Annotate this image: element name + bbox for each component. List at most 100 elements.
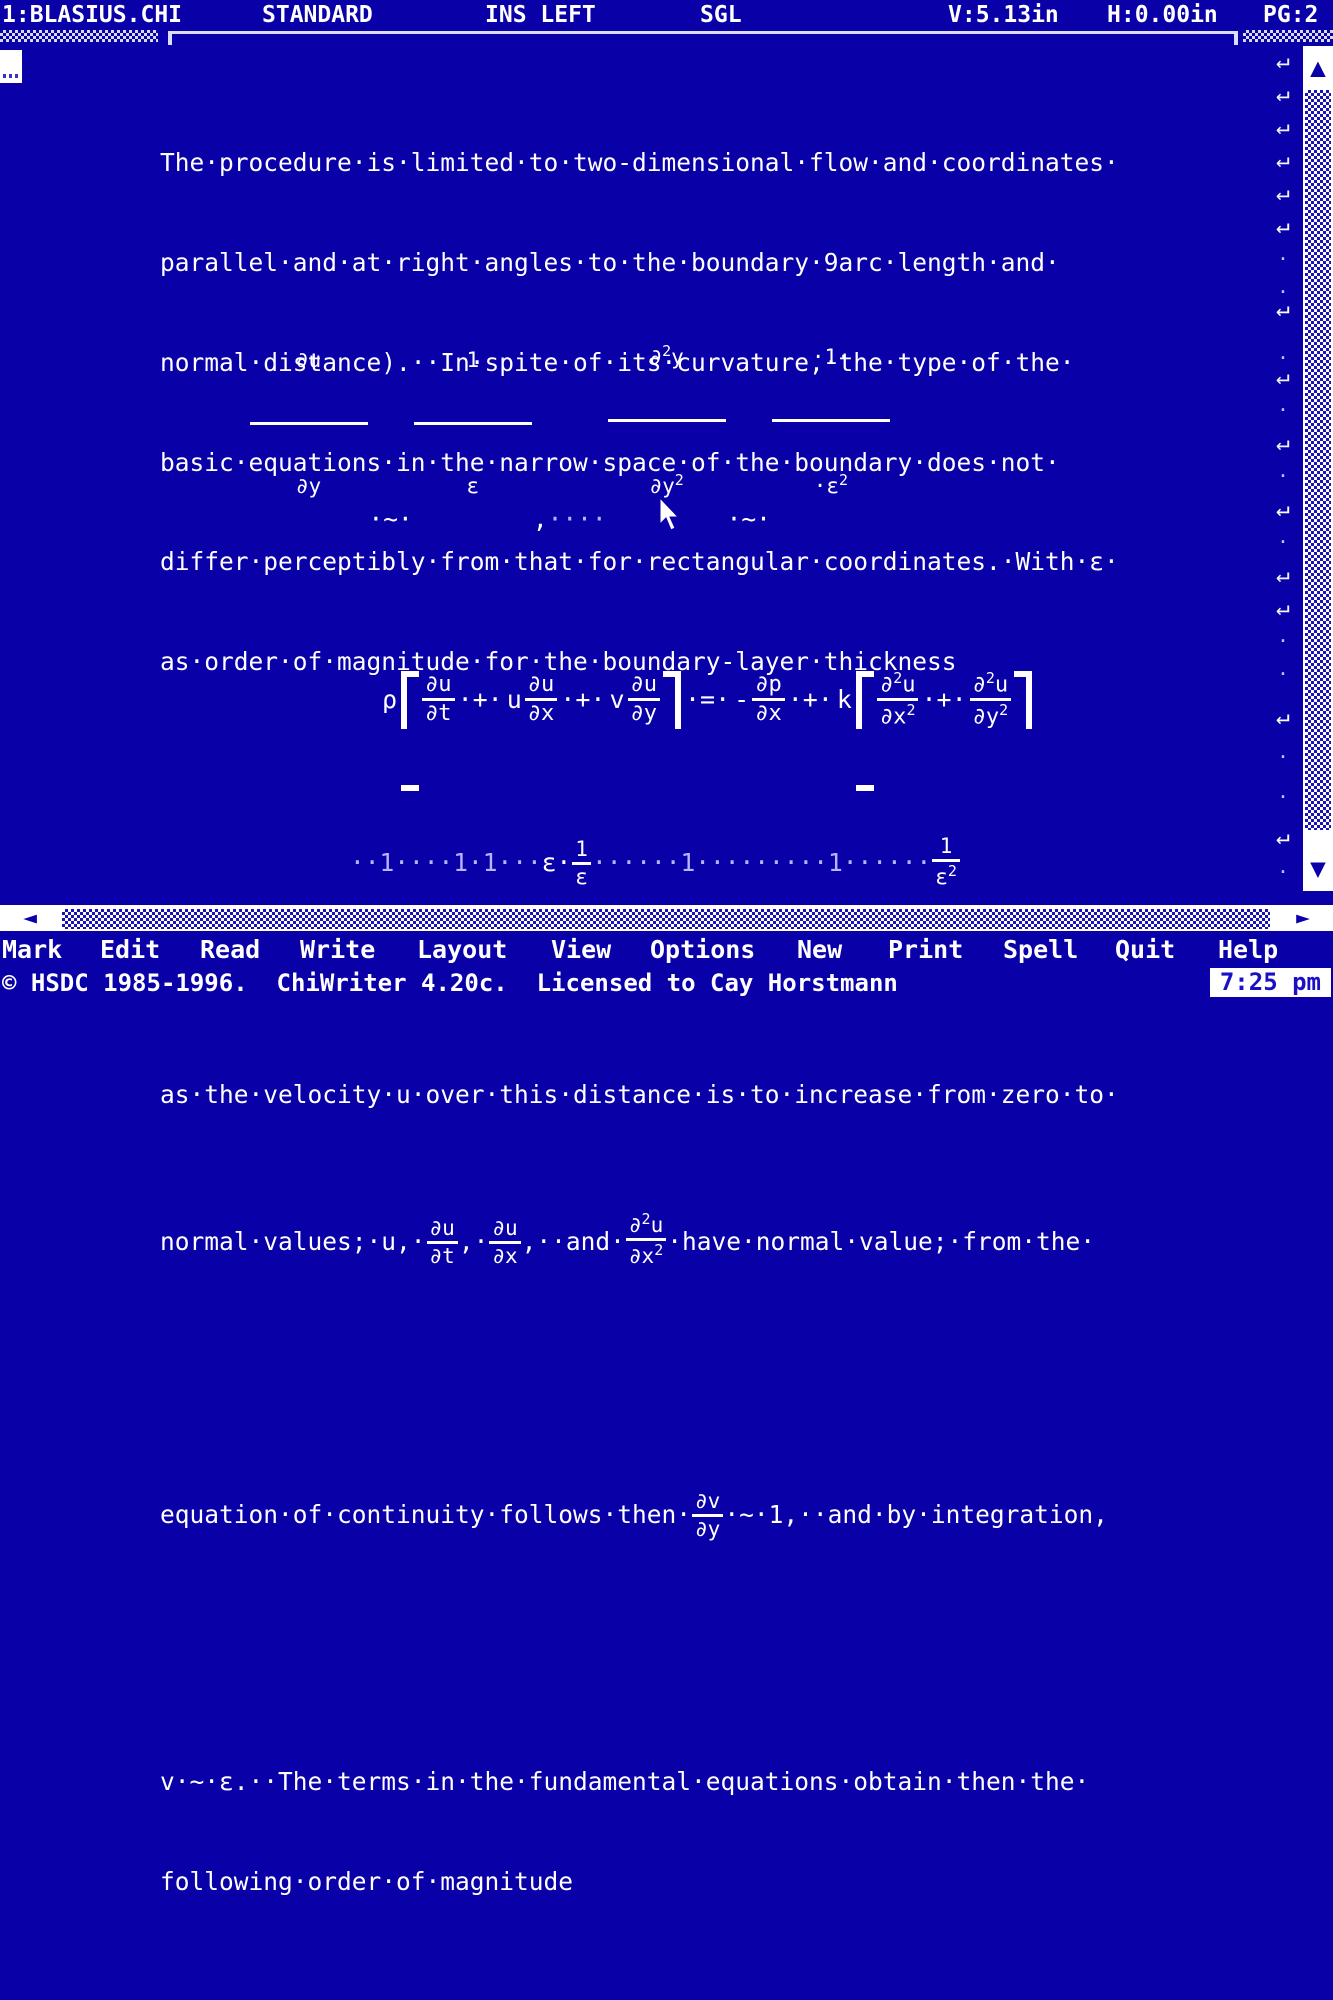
scroll-right-arrow-icon[interactable]: ► — [1277, 905, 1329, 931]
paragraph-return-mark: ↵ — [1276, 296, 1290, 322]
menu-item-spell[interactable]: Spell — [1003, 933, 1078, 966]
equation-navier-stokes: ρ ∂u ∂t ·+· u ∂u ∂x ·+· v ∂u ∂y ·=· - ∂p ∂x … — [380, 671, 1034, 729]
plus-operator: ·+· — [787, 685, 833, 715]
menu-item-quit[interactable]: Quit — [1115, 933, 1175, 966]
doc-line: differ·perceptibly·from·that·for·rectang… — [160, 547, 1119, 577]
fraction-d2u-dx2: ∂2u ∂x2 — [876, 671, 919, 729]
status-page-number: PG:2 — [1263, 2, 1319, 28]
variable: u — [994, 672, 1009, 698]
paragraph-return-mark: ↵ — [1276, 496, 1290, 522]
menu-bar: Mark Edit Read Write Layout View Options… — [0, 933, 1333, 966]
fraction-numerator: ∂2u — [877, 671, 919, 696]
exponent: 2 — [654, 1240, 664, 1259]
exponent: 2 — [906, 701, 916, 720]
fraction-du-dx: ∂u ∂x — [489, 1217, 521, 1267]
equals-operator: ·=· — [685, 685, 731, 715]
minus-operator: - — [734, 685, 750, 715]
variable: u — [902, 672, 916, 698]
doc-line: following·order·of·magnitude — [160, 1866, 574, 1896]
fraction-dp-dx: ∂p ∂x — [752, 674, 785, 725]
fraction-numerator: 1 — [466, 348, 480, 373]
fraction-numerator: 1 — [575, 837, 588, 861]
fraction-denominator: ∂x2 — [626, 1240, 666, 1267]
scroll-up-arrow-icon[interactable]: ▲ — [1303, 46, 1333, 90]
vertical-scrollbar[interactable]: ▲ ▼ — [1303, 46, 1333, 891]
fraction-numerator: ∂u — [425, 672, 452, 698]
paragraph-return-mark: ↵ — [1276, 562, 1290, 588]
fraction-denominator: ·ε2 — [772, 473, 890, 497]
margin-dither-icon — [3, 74, 18, 78]
partial-symbol: ∂ — [649, 345, 663, 370]
exponent: 2 — [839, 471, 849, 490]
variable: u — [650, 1212, 664, 1237]
partial-symbol: ∂ — [628, 1212, 642, 1237]
line-dot-marker: · — [1277, 531, 1289, 553]
plus-operator: ·+· — [921, 685, 967, 715]
bracket-right-close — [1014, 671, 1032, 729]
paragraph-return-mark: ↵ — [1276, 824, 1290, 850]
doc-line: The·procedure·is·limited·to·two-dimensio… — [160, 147, 1119, 177]
order-seg: 1·1··· — [453, 848, 542, 877]
menu-item-print[interactable]: Print — [888, 933, 963, 966]
clock-display: 7:25 pm — [1209, 968, 1331, 997]
vertical-scroll-track[interactable] — [1305, 90, 1331, 830]
fraction-du-dt: ∂u ∂t — [426, 1217, 458, 1267]
ruler-dither-left — [0, 30, 158, 42]
fraction-denominator: ∂y2 — [608, 473, 726, 497]
order-seg: ······ — [591, 848, 681, 877]
paragraph-return-mark: ↵ — [1276, 114, 1290, 140]
paragraph-return-mark: ↵ — [1276, 595, 1290, 621]
fraction-1-eps: 1 ε — [413, 301, 532, 546]
fraction-d2u-dy2: ∂2u ∂y2 — [969, 669, 1012, 729]
equation-order-terms: ··1····1·1···ε· 1 ε ······1·········1······… — [350, 836, 961, 888]
fraction-dv-dy: ∂v ∂y — [692, 1491, 724, 1542]
menu-item-help[interactable]: Help — [1218, 933, 1278, 966]
line-dot-marker: · — [1277, 746, 1289, 768]
variable: y — [671, 345, 684, 370]
left-margin-indicator[interactable] — [0, 50, 22, 83]
status-insert-mode[interactable]: INS LEFT — [485, 0, 596, 30]
horizontal-scroll-track[interactable] — [62, 909, 1270, 929]
exponent: 2 — [999, 701, 1009, 720]
menu-item-new[interactable]: New — [797, 933, 842, 966]
fraction-denominator: ∂y — [695, 1517, 721, 1542]
paragraph-return-mark: ↵ — [1276, 180, 1290, 206]
ruler[interactable] — [0, 28, 1333, 46]
menu-item-mark[interactable]: Mark — [2, 933, 62, 966]
fraction-bar — [692, 1514, 724, 1518]
scroll-down-arrow-icon[interactable]: ▼ — [1303, 847, 1333, 891]
fraction-bar — [426, 1240, 458, 1244]
menu-item-edit[interactable]: Edit — [100, 933, 160, 966]
document-text-area[interactable]: The·procedure·is·limited·to·two-dimensio… — [160, 46, 1250, 1896]
bracket-left-close — [663, 671, 681, 729]
fraction-du-dt: ∂u ∂t — [422, 674, 455, 725]
status-style[interactable]: STANDARD — [262, 0, 373, 30]
ruler-dither-right — [1243, 30, 1333, 42]
menu-item-layout[interactable]: Layout — [417, 933, 507, 966]
line-text-pre: equation·of·continuity·follows·then· — [160, 1500, 692, 1530]
eps-var: ε — [935, 865, 948, 889]
order-seg: ε· — [541, 848, 572, 877]
status-line-spacing[interactable]: SGL — [700, 0, 742, 30]
relation-tilde: ·~· — [726, 504, 771, 534]
exponent: 2 — [985, 669, 995, 687]
paragraph-return-mark: ↵ — [1276, 81, 1290, 107]
status-filename[interactable]: 1:BLASIUS.CHI — [2, 0, 182, 30]
doc-line-with-fractions: normal·values;·u,· ∂u ∂t ,· ∂u ∂x ,··and· ∂2u ∂x… — [160, 1211, 1250, 1278]
horizontal-scrollbar[interactable]: ◄ ► — [0, 903, 1333, 933]
menu-item-options[interactable]: Options — [650, 933, 755, 966]
line-dot-marker: · — [1277, 399, 1289, 421]
scroll-left-arrow-icon[interactable]: ◄ — [4, 905, 56, 931]
menu-item-read[interactable]: Read — [200, 933, 260, 966]
paragraph-return-mark: ↵ — [1276, 704, 1290, 730]
fraction-denominator: ∂t — [425, 701, 452, 727]
fraction-numerator: ∂u — [295, 348, 322, 373]
fraction-denominator: ε — [466, 474, 480, 499]
equation-order-of-magnitude-derivatives: ∂u ∂y ·~· 1 ε ,···· ∂2y ∂y2 ·~· ·1· ·ε2 — [160, 262, 891, 534]
fraction-bar — [249, 422, 368, 426]
menu-item-write[interactable]: Write — [300, 933, 375, 966]
ruler-margin-markers[interactable] — [168, 31, 1238, 45]
status-horizontal-pos: H:0.00in — [1107, 2, 1218, 28]
menu-item-view[interactable]: View — [551, 933, 611, 966]
plus-operator: ·+· — [457, 685, 503, 715]
